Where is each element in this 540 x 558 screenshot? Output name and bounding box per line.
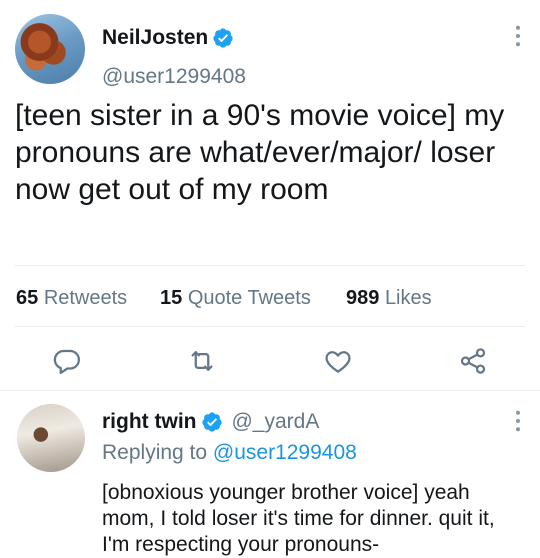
author-name[interactable]: NeilJosten (102, 26, 208, 50)
divider-stats-top (15, 265, 525, 266)
share-icon[interactable] (458, 346, 488, 376)
author-name-row: NeilJosten (102, 26, 234, 50)
reply-icon[interactable] (52, 346, 82, 376)
reply-author-name[interactable]: right twin (102, 410, 196, 434)
quote-tweets-stat[interactable]: 15 Quote Tweets (160, 287, 311, 310)
author-handle[interactable]: @user1299408 (102, 65, 246, 89)
likes-count: 989 (346, 287, 380, 309)
reply-header-row: right twin @_yardA (102, 410, 319, 434)
replying-to-prefix: Replying to (102, 441, 208, 464)
divider-reply (0, 390, 540, 391)
reply-more-options-icon[interactable] (515, 410, 521, 432)
author-avatar[interactable] (15, 14, 85, 84)
verified-badge-icon (202, 412, 223, 432)
like-heart-icon[interactable] (323, 346, 353, 376)
quote-label: Quote Tweets (187, 287, 311, 309)
divider-stats-bottom (15, 326, 525, 327)
retweets-label: Retweets (43, 287, 128, 309)
more-options-icon[interactable] (515, 25, 521, 47)
likes-stat[interactable]: 989 Likes (346, 287, 432, 310)
replying-to-link[interactable]: @user1299408 (213, 441, 357, 464)
reply-author-avatar[interactable] (17, 404, 85, 472)
reply-author-handle[interactable]: @_yardA (231, 410, 319, 434)
tweet-text: [teen sister in a 90's movie voice] my p… (15, 99, 505, 206)
retweet-icon[interactable] (187, 346, 217, 376)
replying-to-line: Replying to @user1299408 (102, 441, 357, 465)
retweets-count: 65 (16, 287, 39, 309)
retweets-stat[interactable]: 65 Retweets (16, 287, 127, 310)
reply-text: [obnoxious younger brother voice] yeah m… (102, 481, 495, 556)
likes-label: Likes (384, 287, 432, 309)
verified-badge-icon (213, 28, 233, 48)
quote-count: 15 (160, 287, 183, 309)
